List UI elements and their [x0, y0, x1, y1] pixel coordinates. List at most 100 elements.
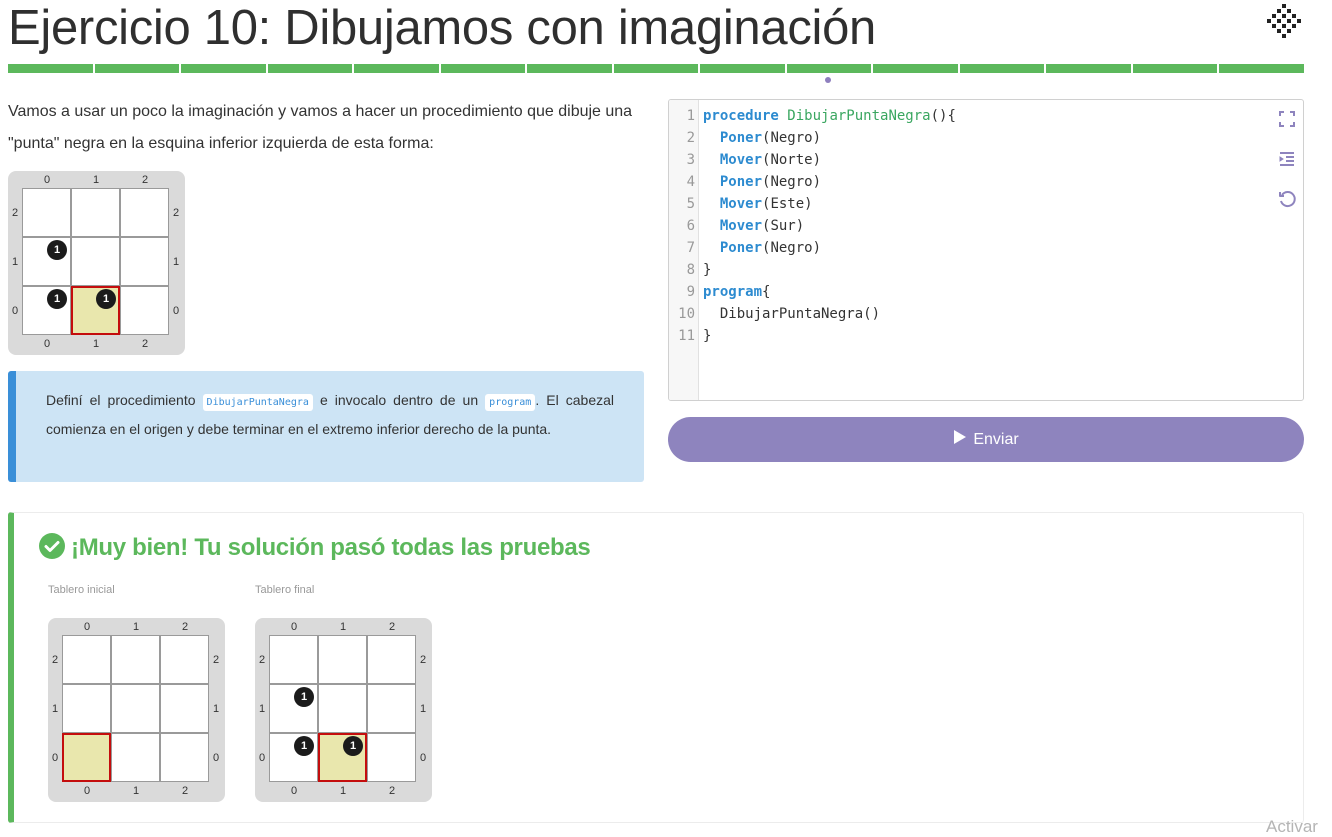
progress-segment[interactable]: [354, 64, 439, 73]
column-label-bottom: 1: [339, 785, 347, 797]
indent-icon[interactable]: [1277, 149, 1297, 169]
code-text: program{: [703, 281, 770, 303]
code-keyword: Mover: [719, 218, 763, 234]
board-head-cell: [62, 733, 111, 782]
code-line[interactable]: 4 Poner(Negro): [669, 171, 1269, 193]
progress-segment[interactable]: [440, 64, 526, 73]
reset-icon[interactable]: [1277, 189, 1297, 209]
code-line[interactable]: 10 DibujarPuntaNegra(): [669, 303, 1269, 325]
code-token: (Negro): [762, 174, 822, 190]
code-keyword: Poner: [719, 174, 763, 190]
column-label-bottom: 2: [181, 785, 189, 797]
code-keyword: program: [703, 284, 763, 300]
column-label-top: 2: [388, 621, 396, 633]
code-text: Mover(Sur): [703, 215, 804, 237]
progress-segment[interactable]: [181, 64, 266, 73]
hint-box: Definí el procedimiento DibujarPuntaNegr…: [8, 371, 644, 482]
progress-segment[interactable]: [8, 64, 93, 73]
code-keyword: procedure: [703, 108, 779, 124]
submit-button[interactable]: Enviar: [668, 417, 1304, 462]
board-cell: [120, 188, 169, 237]
progress-segment[interactable]: [1219, 64, 1304, 73]
row-label-left: 1: [258, 703, 266, 715]
progress-segment[interactable]: [786, 64, 872, 73]
board-cell: [111, 733, 160, 782]
hint-code-procedure: DibujarPuntaNegra: [202, 394, 313, 411]
board-cell: [62, 684, 111, 733]
row-label-left: 2: [258, 654, 266, 666]
board-cell: [160, 733, 209, 782]
board-cell: [111, 684, 160, 733]
code-text: procedure DibujarPuntaNegra(){: [703, 105, 956, 127]
code-token: }: [703, 262, 712, 278]
column-label-top: 1: [339, 621, 347, 633]
row-label-right: 0: [172, 305, 180, 317]
logo-icon: [1262, 2, 1306, 46]
progress-segment[interactable]: [613, 64, 699, 73]
line-number: 6: [686, 218, 695, 234]
code-line[interactable]: 5 Mover(Este): [669, 193, 1269, 215]
hint-text-mid: e invocalo dentro de un: [312, 392, 486, 408]
code-line[interactable]: 9 program{: [669, 281, 1269, 303]
board-cell: [120, 237, 169, 286]
line-number: 10: [678, 306, 695, 322]
code-function-name: DibujarPuntaNegra: [787, 108, 931, 124]
row-label-left: 0: [11, 305, 19, 317]
code-editor[interactable]: 1 procedure DibujarPuntaNegra(){2 Poner(N…: [668, 99, 1304, 401]
code-line[interactable]: 7 Poner(Negro): [669, 237, 1269, 259]
board-cell: [269, 635, 318, 684]
code-line[interactable]: 8}: [669, 259, 1269, 281]
row-label-right: 2: [212, 654, 220, 666]
result-heading: ¡Muy bien! Tu solución pasó todas las pr…: [39, 533, 591, 563]
black-ball: 1: [343, 736, 363, 756]
row-label-left: 1: [51, 703, 59, 715]
progress-current-marker: [825, 77, 831, 83]
code-token: {: [762, 284, 771, 300]
black-ball: 1: [294, 736, 314, 756]
black-ball: 1: [47, 240, 67, 260]
column-label-top: 2: [181, 621, 189, 633]
play-icon: [953, 429, 967, 450]
code-token: (Este): [762, 196, 813, 212]
board-cell: [367, 684, 416, 733]
code-line[interactable]: 11}: [669, 325, 1269, 347]
progress-segment[interactable]: [1132, 64, 1218, 73]
progress-segment[interactable]: [873, 64, 958, 73]
black-ball: 1: [47, 289, 67, 309]
row-label-right: 2: [172, 207, 180, 219]
board-cell: [318, 635, 367, 684]
progress-segment[interactable]: [1046, 64, 1131, 73]
board-cell: [160, 684, 209, 733]
progress-segment[interactable]: [959, 64, 1045, 73]
column-label-bottom: 0: [83, 785, 91, 797]
board-cell: [367, 733, 416, 782]
code-keyword: Poner: [719, 130, 763, 146]
progress-segment[interactable]: [94, 64, 180, 73]
code-line[interactable]: 1 procedure DibujarPuntaNegra(){: [669, 105, 1269, 127]
hint-code-program: program: [485, 394, 536, 411]
page-title: Ejercicio 10: Dibujamos con imaginación: [8, 1, 877, 55]
code-text: }: [703, 259, 711, 281]
row-label-right: 1: [212, 703, 220, 715]
fullscreen-icon[interactable]: [1277, 109, 1297, 129]
code-line[interactable]: 6 Mover(Sur): [669, 215, 1269, 237]
code-token: DibujarPuntaNegra(): [703, 306, 881, 322]
code-line[interactable]: 3 Mover(Norte): [669, 149, 1269, 171]
code-text: Poner(Negro): [703, 237, 821, 259]
column-label-bottom: 0: [290, 785, 298, 797]
black-ball: 1: [96, 289, 116, 309]
column-label-top: 2: [141, 174, 149, 186]
code-text: Mover(Este): [703, 193, 813, 215]
line-number: 9: [686, 284, 695, 300]
line-number: 11: [678, 328, 695, 344]
code-line[interactable]: 2 Poner(Negro): [669, 127, 1269, 149]
progress-segment[interactable]: [267, 64, 353, 73]
progress-segment[interactable]: [700, 64, 785, 73]
code-text: }: [703, 325, 711, 347]
board-cell: [71, 188, 120, 237]
progress-segment[interactable]: [527, 64, 612, 73]
exercise-description: Vamos a usar un poco la imaginación y va…: [8, 103, 633, 152]
initial-board-caption: Tablero inicial: [48, 584, 115, 596]
